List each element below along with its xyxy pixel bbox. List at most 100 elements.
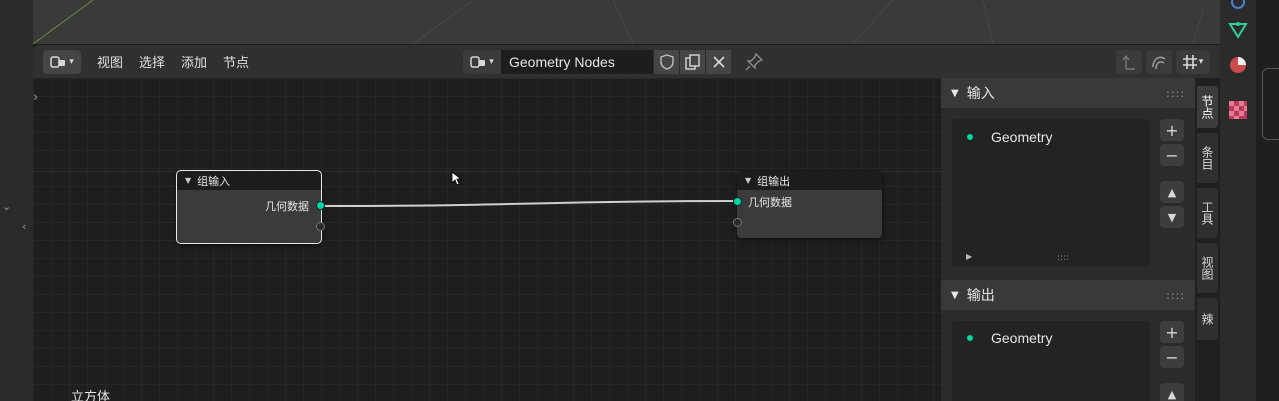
outputs-list[interactable]: Geometry — [952, 321, 1150, 401]
tab-extra[interactable]: 辣 — [1197, 298, 1218, 340]
drag-handle-icon[interactable]: :::: — [1166, 289, 1185, 302]
panel-title: 输入 — [966, 86, 995, 102]
duplicate-icon — [684, 54, 700, 70]
menu-add[interactable]: 添加 — [173, 52, 215, 71]
close-icon — [712, 56, 725, 68]
menu-view[interactable]: 视图 — [89, 52, 131, 71]
snap-element-dropdown[interactable]: ▾ — [1176, 50, 1210, 74]
list-item[interactable]: Geometry — [967, 330, 1052, 346]
node-tree-selector: ▾ Geometry Nodes — [463, 50, 765, 74]
geometry-socket-dot-icon — [967, 134, 973, 140]
add-output-button[interactable]: + — [1160, 321, 1184, 343]
mouse-cursor-icon — [451, 171, 463, 186]
properties-tab-column — [1220, 0, 1256, 401]
remove-input-button[interactable]: − — [1160, 144, 1184, 166]
tab-view[interactable]: 视图 — [1197, 243, 1218, 293]
move-up-button[interactable]: ▲ — [1160, 181, 1184, 203]
node-title: 组输入 — [197, 174, 231, 188]
fake-user-button[interactable] — [653, 50, 679, 74]
texture-icon[interactable] — [1228, 100, 1248, 120]
node-tree-icon — [470, 56, 486, 68]
move-down-button[interactable]: ▼ — [1160, 206, 1184, 228]
parent-node-tree-button[interactable] — [1116, 50, 1142, 74]
chevron-left-icon[interactable]: ‹ — [22, 220, 26, 233]
arrow-up-icon — [1122, 54, 1135, 70]
node-link — [320, 200, 738, 207]
pin-button[interactable] — [743, 50, 765, 74]
3d-viewport[interactable] — [33, 0, 1220, 44]
pin-icon — [745, 53, 763, 71]
menu-bar: 视图 选择 添加 节点 — [89, 52, 257, 71]
node-title: 组输出 — [757, 174, 791, 188]
move-up-button[interactable]: ▲ — [1160, 383, 1184, 401]
list-item-label: Geometry — [991, 330, 1053, 346]
collapse-arrow-icon[interactable]: ▼ — [185, 176, 191, 185]
geometry-socket-dot-icon — [967, 335, 973, 341]
n-panel-sidebar: ▼ 输入 :::: Geometry ▶ :::: + − ▲ ▼ ▼ 输出 :… — [941, 78, 1195, 401]
node-header: ▼ 组输出 — [737, 171, 882, 190]
resize-grip-icon[interactable]: :::: — [1057, 253, 1069, 263]
remove-output-button[interactable]: − — [1160, 346, 1184, 368]
minus-icon: − — [1165, 347, 1179, 367]
expand-arrow-icon[interactable]: ▶ — [966, 252, 972, 261]
physics-icon[interactable] — [1228, 0, 1248, 12]
panel-title: 输出 — [966, 288, 995, 304]
group-output-node[interactable]: ▼ 组输出 几何数据 — [733, 171, 882, 238]
grid-snap-icon — [1182, 55, 1197, 69]
modifier-icon[interactable] — [1228, 20, 1248, 40]
collapse-arrow-icon[interactable]: ▼ — [745, 176, 751, 185]
panel-collapse-icon: ▼ — [951, 87, 959, 99]
input-socket-label: 几何数据 — [748, 196, 792, 209]
menu-select[interactable]: 选择 — [131, 52, 173, 71]
plus-icon: + — [1165, 322, 1179, 342]
triangle-up-icon: ▲ — [1167, 185, 1177, 199]
node-canvas[interactable]: › ▼ 组输入 几何数据 ▼ 组输出 几何数据 立方体 — [33, 78, 941, 401]
snap-toggle[interactable] — [1146, 50, 1172, 74]
node-tree-name-field[interactable]: Geometry Nodes — [501, 50, 653, 74]
far-right-panel — [1256, 0, 1279, 401]
sidebar-tabs: 节点 条目 工具 视图 辣 — [1195, 78, 1220, 401]
output-socket-label: 几何数据 — [265, 200, 309, 213]
node-editor-icon — [50, 55, 66, 68]
editor-type-selector[interactable]: ▾ — [43, 49, 81, 74]
inputs-panel-header[interactable]: ▼ 输入 :::: — [941, 78, 1195, 108]
list-item-label: Geometry — [991, 129, 1053, 145]
header-right-tools: ▾ — [1116, 50, 1210, 74]
minus-icon: − — [1165, 145, 1179, 165]
panel-collapse-icon: ▼ — [951, 289, 959, 301]
tab-node[interactable]: 节点 — [1197, 86, 1218, 128]
chevron-down-icon[interactable]: ⌄ — [2, 200, 11, 213]
tab-item[interactable]: 条目 — [1197, 133, 1218, 183]
node-tree-type-dropdown[interactable]: ▾ — [463, 50, 501, 74]
triangle-up-icon: ▲ — [1167, 387, 1177, 401]
chevron-down-icon: ▾ — [489, 57, 494, 67]
menu-node[interactable]: 节点 — [215, 52, 257, 71]
object-name-label: 立方体 — [71, 390, 111, 401]
virtual-output-socket[interactable] — [316, 222, 325, 231]
group-input-node[interactable]: ▼ 组输入 几何数据 — [176, 170, 325, 244]
snap-icon — [1152, 56, 1166, 70]
editor-header: ▾ 视图 选择 添加 节点 ▾ Geometry Nodes ▾ — [33, 45, 1220, 78]
chevron-down-icon: ▾ — [69, 56, 74, 67]
virtual-input-socket[interactable] — [733, 218, 742, 227]
duplicate-button[interactable] — [679, 50, 705, 74]
plus-icon: + — [1165, 120, 1179, 140]
material-icon[interactable] — [1228, 55, 1248, 75]
node-editor: ▾ 视图 选择 添加 节点 ▾ Geometry Nodes ▾ › ▼ 组输入… — [33, 45, 1220, 401]
node-header: ▼ 组输入 — [177, 171, 321, 190]
tab-tool[interactable]: 工具 — [1197, 188, 1218, 238]
outputs-panel-header[interactable]: ▼ 输出 :::: — [941, 280, 1195, 310]
drag-handle-icon[interactable]: :::: — [1166, 87, 1185, 100]
inputs-list[interactable]: Geometry ▶ :::: — [952, 119, 1150, 267]
viewport-grid-lines — [33, 0, 1204, 44]
blender-window: ⌄ ‹ ▾ 视图 选择 添加 节点 ▾ Geometry Nodes ▾ › ▼… — [0, 0, 1279, 401]
left-edge-strip: ⌄ ‹ — [0, 0, 33, 401]
geometry-input-socket[interactable] — [733, 197, 742, 206]
geometry-output-socket[interactable] — [316, 201, 325, 210]
chevron-down-icon: ▾ — [1198, 57, 1204, 67]
shield-icon — [659, 54, 674, 70]
unlink-button[interactable] — [705, 50, 731, 74]
list-item[interactable]: Geometry — [967, 129, 1052, 145]
triangle-down-icon: ▼ — [1167, 210, 1177, 224]
add-input-button[interactable]: + — [1160, 119, 1184, 141]
